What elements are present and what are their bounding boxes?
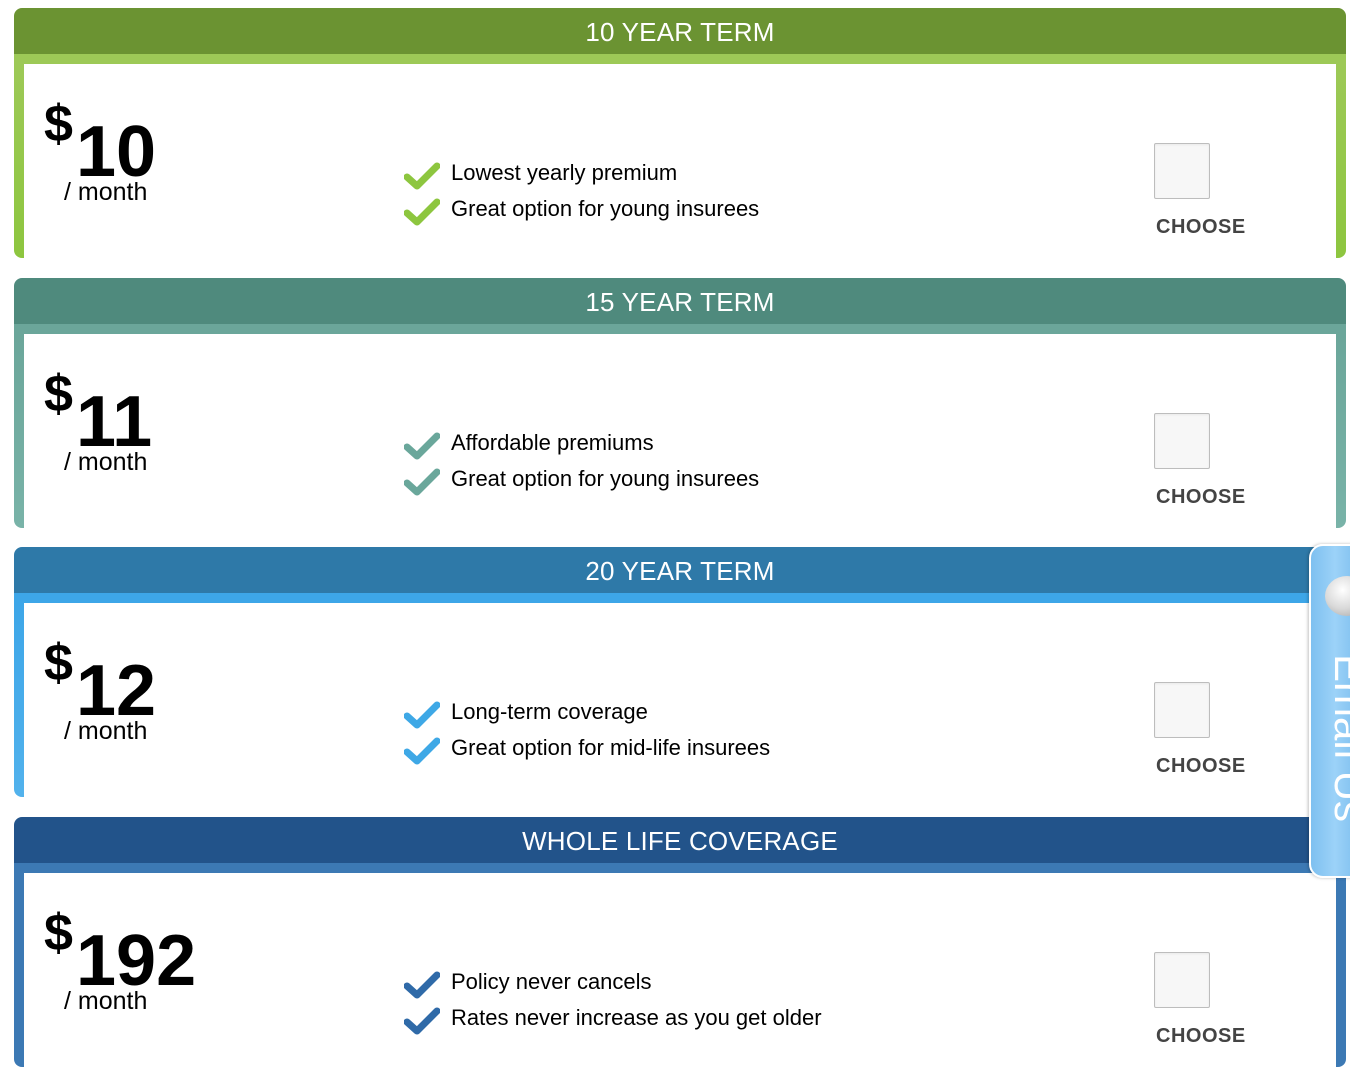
chat-bubble-icon: [1325, 576, 1350, 616]
plan-accent-bar: [14, 324, 1346, 334]
plan-body: $ 12 / month Long-term coverage Great op…: [14, 603, 1346, 797]
plan-border-left: [14, 603, 24, 797]
checkmark-icon: [404, 162, 440, 190]
price-currency: $: [44, 634, 73, 692]
plan-body: $ 192 / month Policy never cancels Rates…: [14, 873, 1346, 1067]
checkmark-icon: [404, 198, 440, 226]
choose-label[interactable]: CHOOSE: [1156, 1025, 1246, 1048]
plan-title: 20 YEAR TERM: [14, 547, 1346, 593]
feature-item: Great option for mid-life insurees: [404, 733, 770, 769]
plan-title: 10 YEAR TERM: [14, 8, 1346, 54]
plan-accent-bar: [14, 863, 1346, 873]
plan-card-whole-life-coverage: WHOLE LIFE COVERAGE $ 192 / month Policy…: [14, 817, 1346, 1067]
feature-item: Long-term coverage: [404, 697, 770, 733]
feature-text: Policy never cancels: [451, 969, 652, 994]
plan-border-left: [14, 873, 24, 1067]
choose-label[interactable]: CHOOSE: [1156, 216, 1246, 239]
price-period: / month: [64, 717, 148, 745]
choose-checkbox[interactable]: [1154, 413, 1210, 469]
plan-border-left: [14, 334, 24, 528]
feature-item: Rates never increase as you get older: [404, 1003, 822, 1039]
feature-text: Rates never increase as you get older: [451, 1005, 822, 1030]
feature-text: Great option for mid-life insurees: [451, 735, 771, 760]
plan-accent-bar: [14, 593, 1346, 603]
feature-item: Policy never cancels: [404, 967, 822, 1003]
plan-body: $ 10 / month Lowest yearly premium Great…: [14, 64, 1346, 258]
choose-checkbox[interactable]: [1154, 682, 1210, 738]
feature-text: Great option for young insurees: [451, 196, 760, 221]
price-period: / month: [64, 178, 148, 206]
checkmark-icon: [404, 1007, 440, 1035]
plan-accent-bar: [14, 54, 1346, 64]
feature-list: Affordable premiums Great option for you…: [404, 428, 759, 500]
feature-text: Long-term coverage: [451, 699, 648, 724]
plan-border-right: [1336, 873, 1346, 1067]
checkmark-icon: [404, 432, 440, 460]
checkmark-icon: [404, 971, 440, 999]
price-currency: $: [44, 365, 73, 423]
checkmark-icon: [404, 468, 440, 496]
plan-content: $ 11 / month Affordable premiums Great o…: [24, 334, 1336, 528]
feature-item: Great option for young insurees: [404, 194, 759, 230]
feature-text: Great option for young insurees: [451, 466, 760, 491]
feature-text: Lowest yearly premium: [451, 160, 678, 185]
email-us-label[interactable]: Email Us: [1319, 654, 1350, 854]
checkmark-icon: [404, 701, 440, 729]
plan-content: $ 192 / month Policy never cancels Rates…: [24, 873, 1336, 1067]
feature-list: Policy never cancels Rates never increas…: [404, 967, 822, 1039]
plan-content: $ 12 / month Long-term coverage Great op…: [24, 603, 1336, 797]
choose-label[interactable]: CHOOSE: [1156, 486, 1246, 509]
checkmark-icon: [404, 737, 440, 765]
plan-content: $ 10 / month Lowest yearly premium Great…: [24, 64, 1336, 258]
choose-checkbox[interactable]: [1154, 143, 1210, 199]
choose-checkbox[interactable]: [1154, 952, 1210, 1008]
email-us-tab[interactable]: Email Us: [1309, 544, 1350, 878]
feature-item: Great option for young insurees: [404, 464, 759, 500]
feature-list: Long-term coverage Great option for mid-…: [404, 697, 770, 769]
feature-item: Affordable premiums: [404, 428, 759, 464]
plan-border-right: [1336, 64, 1346, 258]
price-currency: $: [44, 904, 73, 962]
choose-label[interactable]: CHOOSE: [1156, 755, 1246, 778]
plan-title: 15 YEAR TERM: [14, 278, 1346, 324]
price-period: / month: [64, 987, 148, 1015]
plan-card-15-year-term: 15 YEAR TERM $ 11 / month Affordable pre…: [14, 278, 1346, 528]
feature-item: Lowest yearly premium: [404, 158, 759, 194]
price-currency: $: [44, 95, 73, 153]
plan-border-right: [1336, 334, 1346, 528]
plan-body: $ 11 / month Affordable premiums Great o…: [14, 334, 1346, 528]
feature-text: Affordable premiums: [451, 430, 654, 455]
feature-list: Lowest yearly premium Great option for y…: [404, 158, 759, 230]
plan-card-10-year-term: 10 YEAR TERM $ 10 / month Lowest yearly …: [14, 8, 1346, 258]
plan-card-20-year-term: 20 YEAR TERM $ 12 / month Long-term cove…: [14, 547, 1346, 797]
plan-border-left: [14, 64, 24, 258]
price-period: / month: [64, 448, 148, 476]
plan-title: WHOLE LIFE COVERAGE: [14, 817, 1346, 863]
